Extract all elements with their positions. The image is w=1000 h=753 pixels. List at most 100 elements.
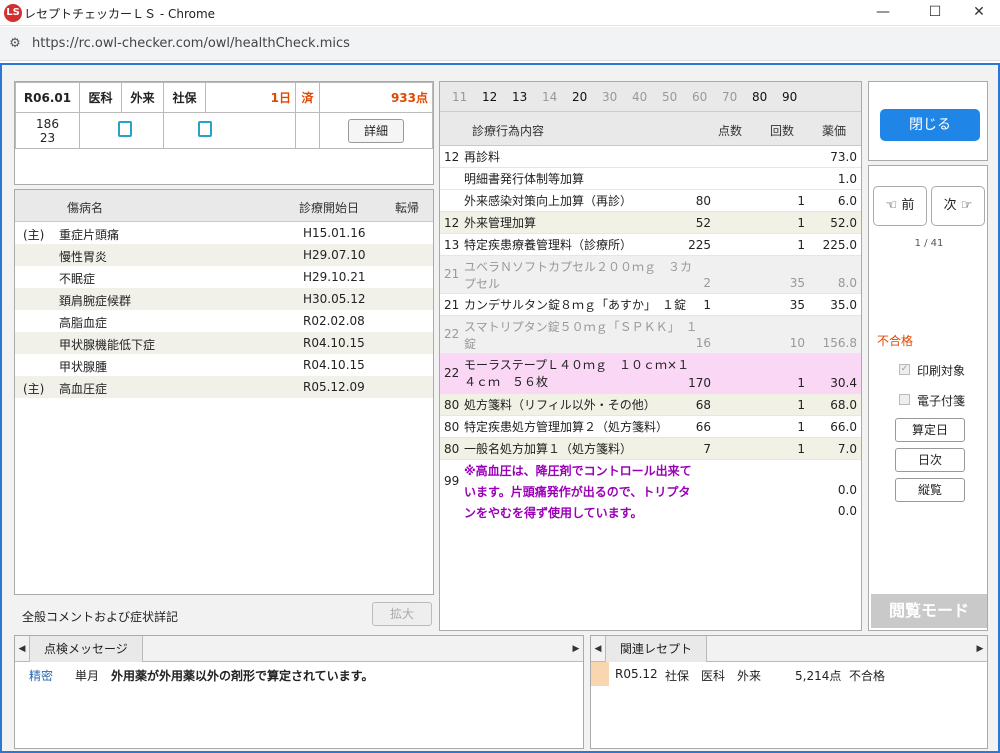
day-tab[interactable]: 40 <box>632 90 647 104</box>
treatment-points: 68 <box>695 398 711 412</box>
day-tab[interactable]: 30 <box>602 90 617 104</box>
patient-num-2: 23 <box>39 130 56 145</box>
treatment-content: 再診料 <box>464 150 501 164</box>
scroll-left-icon[interactable]: ◀ <box>591 636 605 662</box>
disease-row[interactable]: 慢性胃炎 H29.07.10 <box>15 244 433 266</box>
maximize-button[interactable]: ☐ <box>912 0 958 26</box>
related-result: 不合格 <box>849 669 886 683</box>
treatment-points: 1 <box>703 298 711 312</box>
disease-name: 甲状腺腫 <box>59 360 108 374</box>
treatment-row[interactable]: 12 再診料 73.0 <box>440 146 861 168</box>
message-row[interactable]: 精密 単月 外用薬が外用薬以外の剤形で算定されています。 <box>15 662 583 684</box>
daily-button[interactable]: 日次 <box>895 448 965 472</box>
treatment-row[interactable]: 13 特定疾患療養管理料（診療所） 225 1 225.0 <box>440 234 861 256</box>
related-dept: 医科 <box>701 669 726 683</box>
treatment-price: 225.0 <box>822 238 857 252</box>
receipt-header: R06.01 医科 外来 社保 1日 済 933点 186 23 詳細 <box>14 81 434 185</box>
disease-row[interactable]: 甲状腺機能低下症 R04.10.15 <box>15 332 433 354</box>
calc-day-button[interactable]: 算定日 <box>895 418 965 442</box>
tab-related[interactable]: 関連レセプト <box>605 636 708 662</box>
scroll-left-icon[interactable]: ◀ <box>15 636 29 662</box>
print-label: 印刷対象 <box>917 364 966 378</box>
expand-button[interactable]: 拡大 <box>372 602 432 626</box>
prev-button[interactable]: ☜ 前 <box>873 186 927 226</box>
disease-row[interactable]: 高脂血症 R02.02.08 <box>15 310 433 332</box>
treatment-row[interactable]: 21 ユベラＮソフトカプセル２００ｍｇ ３カプセル 2 35 8.0 <box>440 256 861 294</box>
disease-row[interactable]: 頚肩腕症候群 H30.05.12 <box>15 288 433 310</box>
empty-cell <box>295 112 320 149</box>
day-tab[interactable]: 20 <box>572 90 587 104</box>
note-code: 99 <box>444 474 460 488</box>
disease-date: R02.02.08 <box>303 314 365 328</box>
close-window-button[interactable]: ✕ <box>956 0 1000 26</box>
scroll-right-icon[interactable]: ▶ <box>973 636 987 662</box>
related-date: R05.12 <box>615 667 658 681</box>
close-button[interactable]: 閉じる <box>880 109 980 141</box>
treatment-row[interactable]: 22 スマトリプタン錠５０ｍｇ「ＳＰＫＫ」 １錠 16 10 156.8 <box>440 316 861 354</box>
app-logo-icon: LS <box>4 4 22 22</box>
disease-list: 傷病名 診療開始日 転帰 (主) 重症片頭痛 H15.01.16 慢性胃炎 H29.07… <box>14 189 434 595</box>
scroll-right-icon[interactable]: ▶ <box>569 636 583 662</box>
treatment-count: 1 <box>797 398 805 412</box>
treatment-row[interactable]: 外来感染対策向上加算（再診） 80 1 6.0 <box>440 190 861 212</box>
disease-row[interactable]: (主) 高血圧症 R05.12.09 <box>15 376 433 398</box>
treatment-price: 1.0 <box>837 172 857 186</box>
view-mode-badge: 閲覧モード <box>871 594 987 628</box>
window-titlebar: LS レセプトチェッカーＬＳ - Chrome — ☐ ✕ <box>0 0 1000 26</box>
treatment-points: 66 <box>695 420 711 434</box>
treatment-row[interactable]: 12 外来管理加算 52 1 52.0 <box>440 212 861 234</box>
day-tab[interactable]: 90 <box>782 90 797 104</box>
treatment-code: 80 <box>444 420 460 434</box>
message-text: 外用薬が外用薬以外の剤形で算定されています。 <box>111 669 374 683</box>
print-checkbox[interactable]: ✓ <box>899 364 910 375</box>
day-tab[interactable]: 50 <box>662 90 677 104</box>
treatment-count: 1 <box>797 376 805 390</box>
site-info-icon[interactable]: ⚙ <box>6 35 24 53</box>
treatment-code: 22 <box>444 327 460 341</box>
document-icon[interactable] <box>198 121 212 137</box>
etag-checkbox[interactable] <box>899 394 910 405</box>
day-tab[interactable]: 70 <box>722 90 737 104</box>
treatment-content: ユベラＮソフトカプセル２００ｍｇ ３カプセル <box>464 260 693 291</box>
day-tab[interactable]: 60 <box>692 90 707 104</box>
disease-date: R04.10.15 <box>303 358 365 372</box>
treatment-price: 6.0 <box>837 194 857 208</box>
dept-label: 医科 <box>79 82 122 113</box>
disease-row[interactable]: 不眠症 H29.10.21 <box>15 266 433 288</box>
disease-name: 不眠症 <box>59 272 96 286</box>
disease-mark: (主) <box>23 382 45 396</box>
address-bar: ⚙ https://rc.owl-checker.com/owl/healthC… <box>0 27 1000 61</box>
done-badge: 済 <box>295 82 320 113</box>
day-tab[interactable]: 80 <box>752 90 767 104</box>
treatment-count: 35 <box>789 276 805 290</box>
treatment-row[interactable]: 明細書発行体制等加算 1.0 <box>440 168 861 190</box>
treatment-row[interactable]: 80 一般名処方加算１（処方箋料） 7 1 7.0 <box>440 438 861 460</box>
document-icon[interactable] <box>118 121 132 137</box>
treatment-code: 80 <box>444 442 460 456</box>
tab-check-messages[interactable]: 点検メッセージ <box>29 636 143 662</box>
treatment-price: 68.0 <box>830 398 857 412</box>
treatment-points: 16 <box>695 336 711 350</box>
day-tab[interactable]: 12 <box>482 90 497 104</box>
treatment-row[interactable]: 22 モーラステープＬ４０ｍｇ １０ｃｍ×１４ｃｍ ５６枚 170 1 30.4 <box>440 354 861 394</box>
minimize-button[interactable]: — <box>860 0 906 26</box>
status-label: 不合格 <box>877 334 914 348</box>
disease-row[interactable]: (主) 重症片頭痛 H15.01.16 <box>15 222 433 244</box>
treatment-row[interactable]: 21 カンデサルタン錠８ｍｇ「あすか」 １錠 1 35 35.0 <box>440 294 861 316</box>
day-tab[interactable]: 14 <box>542 90 557 104</box>
treatment-row[interactable]: 80 処方箋料（リフィル以外・その他） 68 1 68.0 <box>440 394 861 416</box>
url-text[interactable]: https://rc.owl-checker.com/owl/healthChe… <box>32 36 350 51</box>
vertical-view-button[interactable]: 縦覧 <box>895 478 965 502</box>
disease-row[interactable]: 甲状腺腫 R04.10.15 <box>15 354 433 376</box>
comment-bar: 全般コメントおよび症状詳記 拡大 <box>14 600 434 630</box>
treatment-points: 52 <box>695 216 711 230</box>
day-tab[interactable]: 13 <box>512 90 527 104</box>
treatment-count: 1 <box>797 420 805 434</box>
related-points: 5,214点 <box>795 669 842 683</box>
detail-button[interactable]: 詳細 <box>348 118 404 143</box>
treatment-row[interactable]: 80 特定疾患処方管理加算２（処方箋料） 66 1 66.0 <box>440 416 861 438</box>
related-row[interactable]: R05.12 社保 医科 外来 5,214点 不合格 <box>591 662 987 686</box>
receipt-date: R06.01 <box>15 82 80 113</box>
next-button[interactable]: 次 ☞ <box>931 186 985 226</box>
day-tab[interactable]: 11 <box>452 90 467 104</box>
